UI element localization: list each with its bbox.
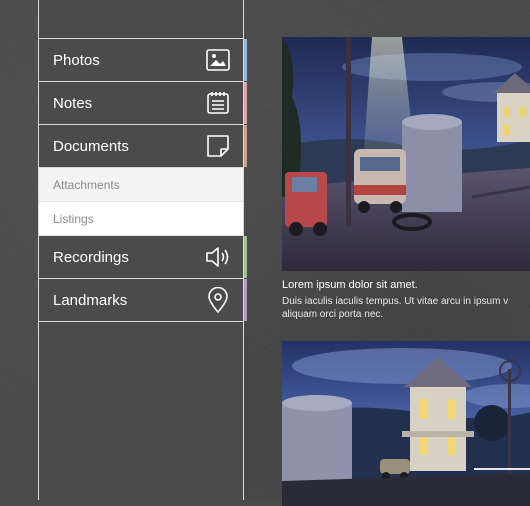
menu-item-documents[interactable]: Documents: [39, 125, 247, 168]
menu-accent-bar: [244, 125, 247, 167]
card-title: Lorem ipsum dolor sit amet.: [282, 279, 418, 291]
location-pin-icon: [205, 287, 231, 313]
menu-item-label: Photos: [53, 51, 100, 69]
menu-item-notes[interactable]: Notes: [39, 82, 247, 125]
menu-accent-bar: [244, 279, 247, 321]
menu-item-label: Documents: [53, 137, 129, 155]
menu-accent-bar: [244, 39, 247, 81]
notepad-icon: [205, 90, 231, 116]
sidebar-top-spacer: [39, 0, 243, 39]
menu-item-label: Notes: [53, 94, 93, 112]
speaker-icon: [205, 244, 231, 270]
farmhouse-night-image[interactable]: [282, 341, 530, 506]
document-icon: [205, 133, 231, 159]
submenu-item-label: Attachments: [53, 177, 120, 192]
menu-item-landmarks[interactable]: Landmarks: [39, 279, 247, 322]
submenu-item-label: Listings: [53, 211, 94, 226]
menu-item-label: Recordings: [53, 248, 129, 266]
menu-item-label: Landmarks: [53, 291, 128, 309]
menu-accent-bar: [244, 82, 247, 124]
sidebar-menu: Photos Notes Documents Attachments Listi…: [38, 0, 247, 500]
content-area: Lorem ipsum dolor sit amet. Duis iaculis…: [282, 0, 530, 506]
menu-item-recordings[interactable]: Recordings: [39, 236, 247, 279]
image-icon: [205, 47, 231, 73]
submenu-item-attachments[interactable]: Attachments: [39, 168, 243, 202]
farm-night-image[interactable]: [282, 37, 530, 271]
card-description: Duis iaculis iaculis tempus. Ut vitae ar…: [282, 296, 509, 320]
menu-accent-bar: [244, 236, 247, 278]
menu-item-photos[interactable]: Photos: [39, 39, 247, 82]
submenu-item-listings[interactable]: Listings: [39, 202, 243, 236]
